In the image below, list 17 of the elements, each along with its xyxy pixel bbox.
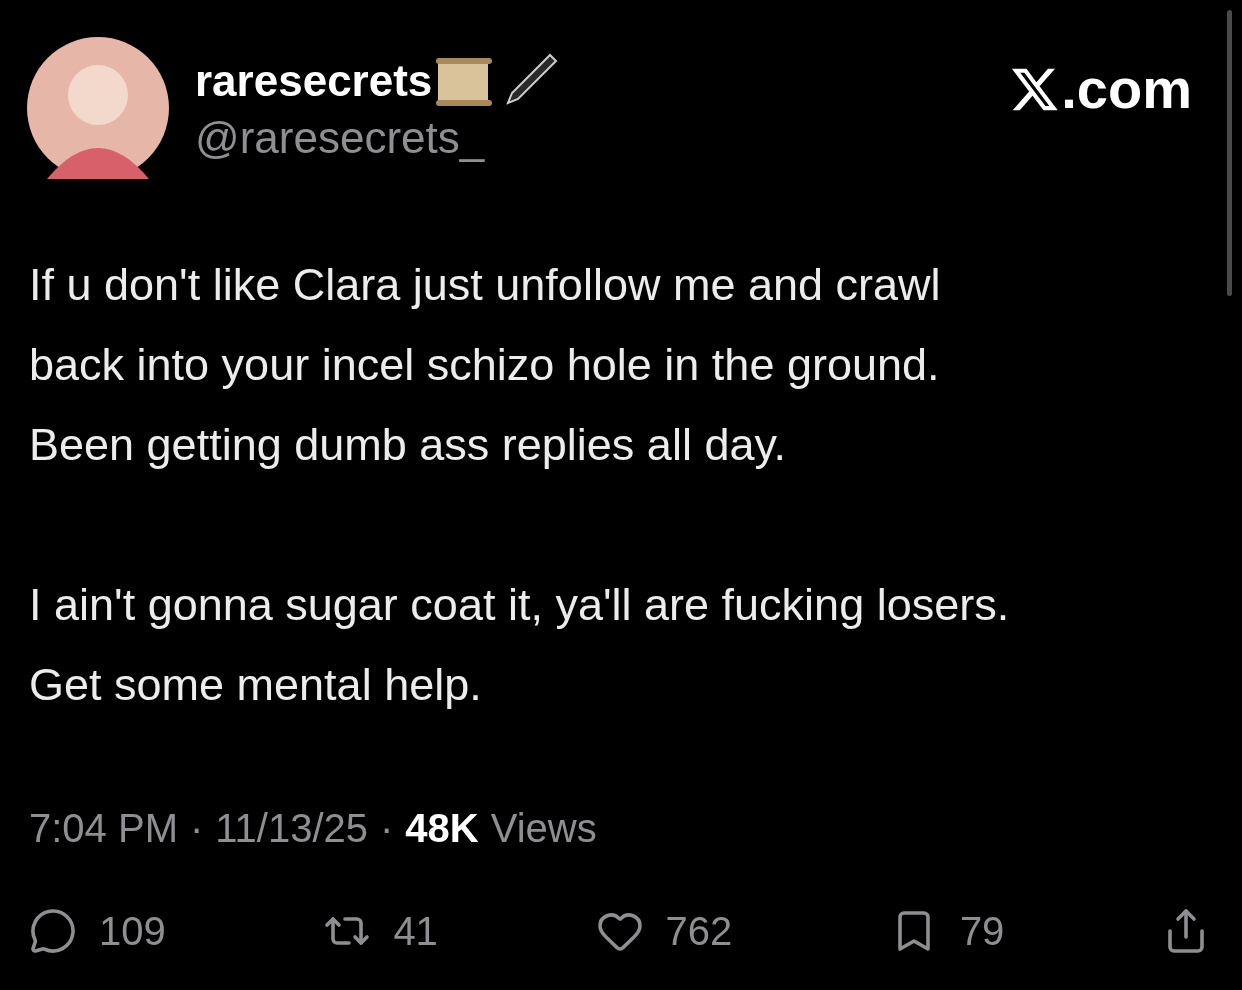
post-paragraph: I ain't gonna sugar coat it, ya'll are fucking losers. Get some mental help. [29,578,1011,712]
meta-text: 7:04 PM [29,805,178,852]
meta-text: 11/13/25 [215,805,369,852]
meta-text: Views [490,805,597,852]
action-count: 79 [959,908,1005,955]
reply-icon[interactable] [29,907,77,955]
brand-text: .com [1061,59,1192,119]
action-count: 762 [665,908,733,955]
scrollbar[interactable] [1227,10,1232,296]
separator: · [189,805,204,852]
author-name[interactable]: raresecrets [195,54,433,108]
separator: · [380,805,394,852]
action-count: 41 [393,908,438,955]
view-count: 48K [405,805,479,852]
author-handle[interactable]: @raresecrets_ [195,111,561,165]
post-paragraph: If u don't like Clara just unfollow me and crawl back into your incel schizo hole in the ground. Been getting dumb ass replies all day. [29,258,942,472]
action-count: 109 [99,908,166,955]
